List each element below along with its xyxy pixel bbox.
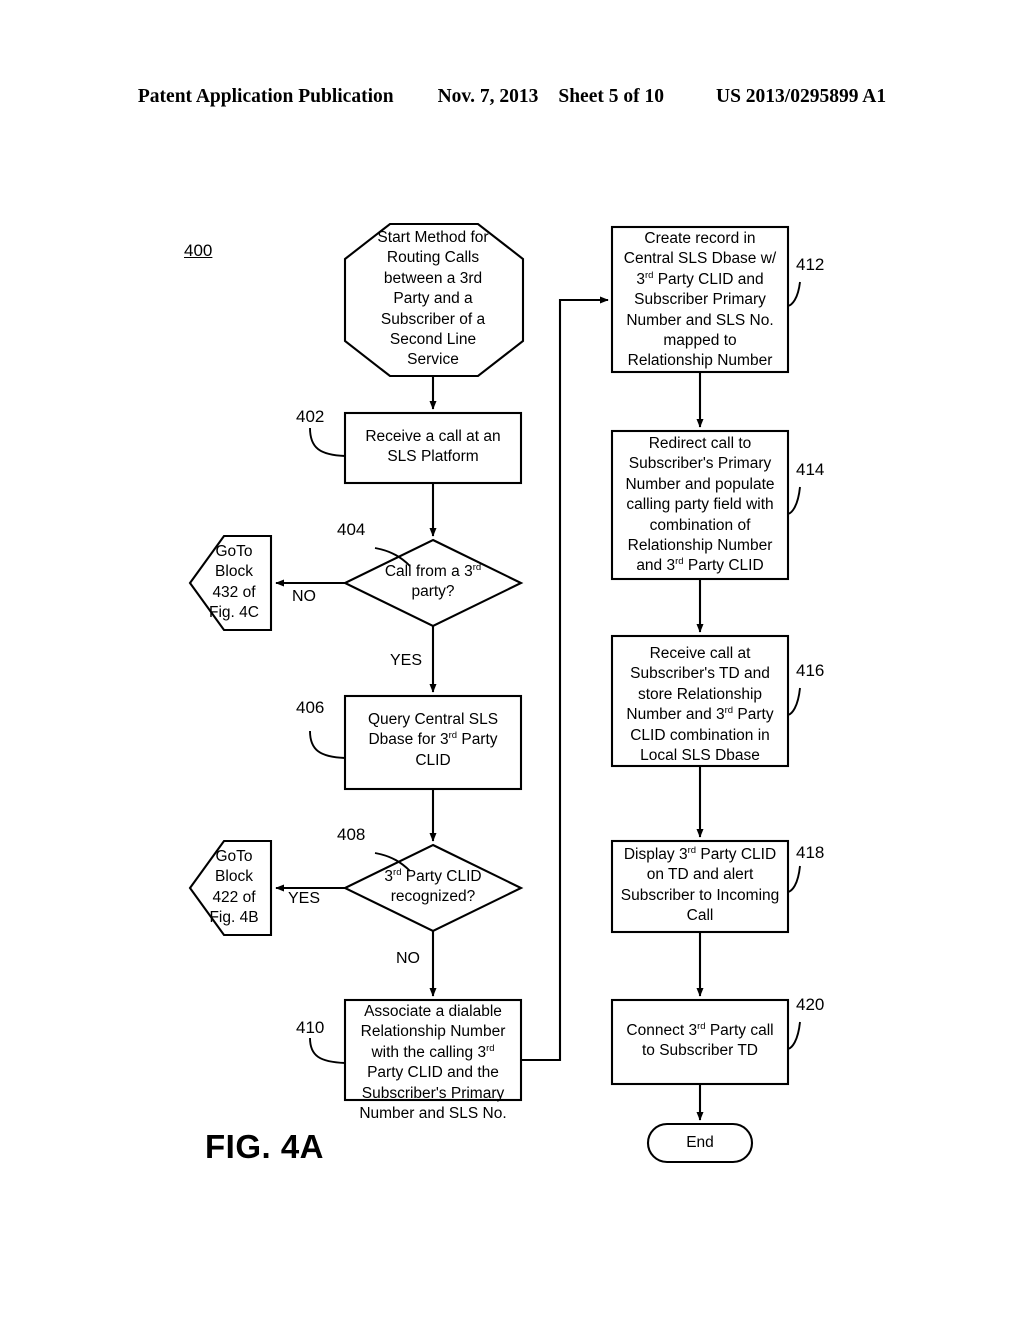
node-402-label: Receive a call at an SLS Platform [365, 428, 501, 466]
node-412-label: Create record in Central SLS Dbase w/3rd … [623, 230, 777, 370]
leader-406 [309, 730, 346, 759]
edge-410-to-412 [521, 296, 609, 1062]
node-406-label: Query Central SLS Dbase for 3rd Party CLID [367, 711, 499, 769]
header-patent-number: US 2013/0295899 A1 [715, 86, 887, 107]
node-416-label: Receive call at Subscriber's TD and store … [626, 645, 774, 765]
page-header: Patent Application Publication Nov. 7, 2… [0, 86, 1024, 116]
edge-label-yes-408: YES [288, 890, 321, 907]
node-410-label: Associate a dialable Relationship Number w… [359, 1003, 507, 1123]
node-418-label: Display 3rd Party CLID on TD and alert Sub… [620, 844, 780, 925]
figure-label: FIG. 4A [205, 1128, 325, 1165]
ref-418: 418 [796, 843, 825, 862]
leader-402 [309, 427, 346, 457]
ref-414: 414 [796, 460, 825, 479]
leader-420 [787, 1021, 801, 1050]
leader-416 [787, 687, 801, 716]
edge-label-no-408: NO [396, 950, 420, 967]
leader-418 [787, 865, 801, 893]
leader-412 [787, 281, 801, 307]
ref-410: 410 [296, 1018, 325, 1037]
header-sheet: Sheet 5 of 10 [558, 86, 664, 107]
ref-406: 406 [296, 698, 325, 717]
edge-label-yes-404: YES [390, 652, 423, 669]
ref-412: 412 [796, 255, 825, 274]
node-end-label: End [686, 1134, 714, 1151]
edge-label-no-404: NO [292, 588, 316, 605]
leader-410 [309, 1037, 346, 1064]
leader-414 [787, 486, 801, 515]
header-publication: Patent Application Publication [137, 86, 394, 107]
ref-404: 404 [337, 520, 366, 539]
node-420-label: Connect 3rd Party call to Subscriber TD [626, 1020, 774, 1060]
node-414-label: Redirect call to Subscriber's Primary Numb… [625, 435, 775, 575]
node-goto-422-label: GoTo Block 422 of Fig. 4B [209, 848, 259, 927]
ref-408: 408 [337, 825, 366, 844]
node-408-label: 3rd Party CLID recognized? [384, 866, 482, 906]
header-date: Nov. 7, 2013 [437, 86, 539, 107]
node-start-label: Start Method for Routing Calls between a… [377, 229, 489, 369]
ref-420: 420 [796, 995, 825, 1014]
ref-400: 400 [184, 241, 213, 260]
ref-416: 416 [796, 661, 825, 680]
node-goto-432-label: GoTo Block 432 of Fig. 4C [209, 543, 259, 622]
node-404-label: Call from a 3rd party? [384, 561, 482, 601]
ref-402: 402 [296, 407, 325, 426]
